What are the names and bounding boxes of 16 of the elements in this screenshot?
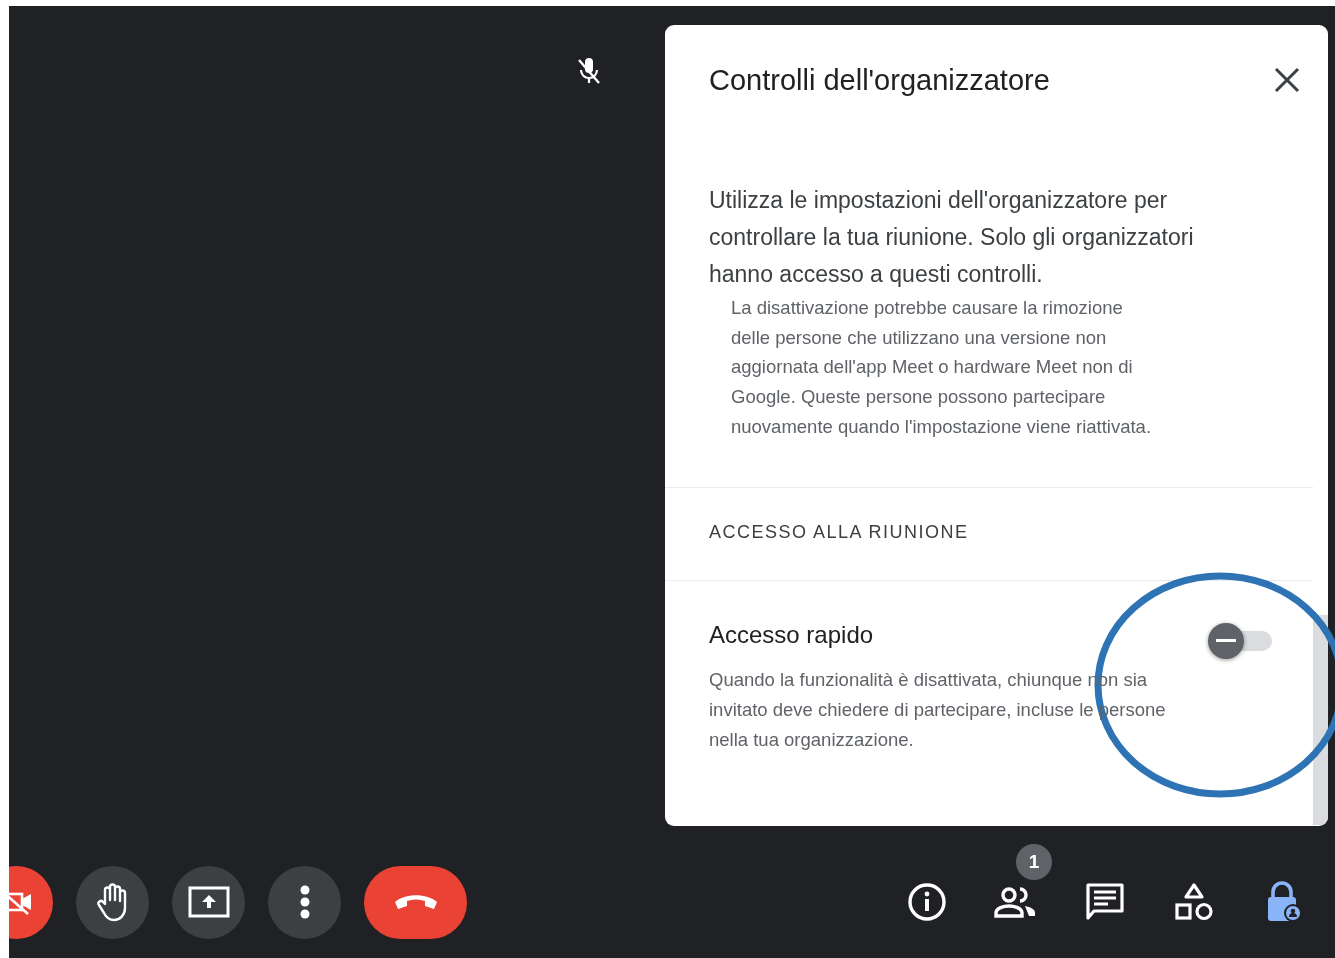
panel-title: Controlli dell'organizzatore (709, 63, 1050, 98)
more-options-icon (299, 885, 310, 919)
present-screen-icon (187, 886, 230, 918)
close-icon (1274, 67, 1300, 94)
hang-up-icon (392, 893, 439, 911)
minus-icon (1216, 639, 1236, 643)
toggle-switch[interactable] (1208, 622, 1272, 659)
shapes-icon (1174, 882, 1214, 922)
info-icon (907, 882, 947, 922)
chat-icon (1085, 882, 1125, 922)
note-text: La disattivazione potrebbe causare la rimozione delle persone che utilizzano una versione non aggiornata dell'app Meet o hardware Meet non di Google. Queste persone possono partecipare nuovamente quando l'impostazione viene riattivata. (731, 295, 1153, 439)
setting-label: Accesso rapido (709, 619, 875, 650)
count-badge: 1 (1016, 844, 1052, 880)
intro-text: Utilizza le impostazioni dell'organizzatore per controllare la tua riunione. Solo gli organizzatori hanno accesso a questi controlli. (709, 185, 1195, 289)
section-heading: ACCESSO ALLA RIUNIONE (708, 521, 970, 545)
people-icon (994, 886, 1038, 918)
